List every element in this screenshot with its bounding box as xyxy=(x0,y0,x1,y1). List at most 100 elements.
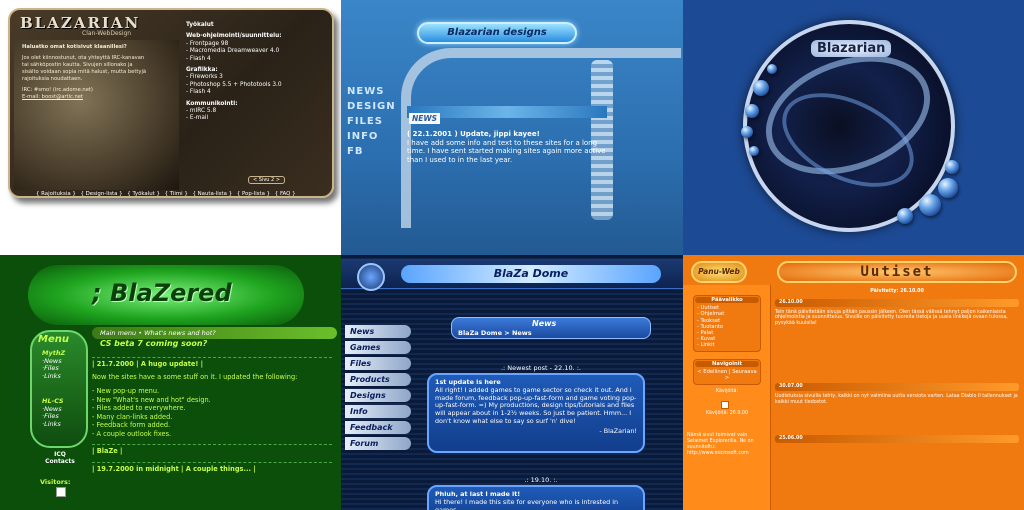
post-body: Uudistuksia sivuilla tehty, kaikki on ny… xyxy=(775,393,1018,405)
nav-link[interactable]: { Design-lista } xyxy=(81,191,123,197)
menu-title: Menu xyxy=(38,334,69,345)
tools-item: - Macromedia Dreamweaver 4.0 xyxy=(186,48,280,55)
bottom-nav: { Rajoituksia } { Design-lista } { Työka… xyxy=(36,191,299,197)
nav-design[interactable]: DESIGN xyxy=(347,99,396,114)
nav-info[interactable]: Info xyxy=(345,405,411,418)
nav-news[interactable]: NEWS xyxy=(347,84,396,99)
site-subtitle: Clan-WebDesign xyxy=(82,30,132,37)
nav-games[interactable]: Games xyxy=(345,341,411,354)
site-logo: ; BlaZered xyxy=(28,265,304,325)
menu-item[interactable]: ·Links xyxy=(42,372,65,381)
post-date: 25.06.00 xyxy=(775,435,1019,444)
site-logo: Blazarian designs xyxy=(417,22,577,44)
email-link[interactable]: E-mail: boost@artic.net xyxy=(22,94,150,101)
sphere-icon[interactable] xyxy=(919,194,941,216)
navigation-box: Navigoinit < Edellinen | Seuraava > xyxy=(693,359,761,385)
emblem-icon xyxy=(357,263,385,291)
header-bar: BlaZa Dome xyxy=(341,259,683,291)
nav-link[interactable]: { FAQ } xyxy=(275,191,296,197)
site-logo[interactable]: Panu-Web xyxy=(691,261,747,283)
top-nav-bar[interactable]: Main menu • What's news and hot? xyxy=(92,327,337,339)
nav-forum[interactable]: Forum xyxy=(345,437,411,450)
icq-contacts-link[interactable]: ICQ Contacts xyxy=(40,451,80,465)
post-date: 30.07.00 xyxy=(775,382,1019,391)
tools-list: Työkalut Web-ohjelmointi/suunnittelu: - Fr… xyxy=(186,18,326,123)
side-menu: Menu MythZ ·News ·Files ·Links HL-CS ·Ne… xyxy=(30,330,88,448)
banner-text: CS beta 7 coming soon? xyxy=(100,339,208,348)
visitor-counter-image xyxy=(56,487,66,497)
sphere-icon[interactable] xyxy=(753,80,769,96)
nav-files[interactable]: FILES xyxy=(347,114,396,129)
tools-item: - Photoshop 5.5 + Phototools 3.0 xyxy=(186,81,282,88)
news-post-card: 1st update is here All right! I added ga… xyxy=(427,373,645,453)
news-header: News BlaZa Dome > News xyxy=(451,317,651,339)
counter-image xyxy=(721,401,729,409)
menu-item[interactable]: - Linkit xyxy=(697,342,757,348)
nav-info[interactable]: INFO xyxy=(347,129,396,144)
tools-item: - mIRC 5.8 xyxy=(186,108,217,115)
menu-item[interactable]: ·Links xyxy=(42,420,64,429)
sphere-icon[interactable] xyxy=(741,126,753,138)
nav-link[interactable]: { Nauta-lista } xyxy=(193,191,233,197)
tools-heading: Työkalut xyxy=(186,22,214,28)
tools-heading: Web-ohjelmointi/suunnittelu: xyxy=(186,33,282,40)
post-list-item: - A couple outlook fixes. xyxy=(92,429,172,438)
news-title: News xyxy=(532,319,557,328)
menu-list: MythZ ·News ·Files ·Links xyxy=(42,349,65,381)
nav-fb[interactable]: FB xyxy=(347,144,396,159)
site-logo-text: Blazarian designs xyxy=(447,27,547,38)
nav-link[interactable]: { Rajoituksia } xyxy=(36,191,76,197)
post-body: Now the sites have a some stuff on it. I… xyxy=(92,372,298,381)
screenshot-panu-web: Panu-Web Uutiset Päävalikko - Uutiset - … xyxy=(683,255,1024,510)
page-title: Uutiset xyxy=(777,261,1017,283)
intro-text: Haluatko omat kotisivut klaanillesi? Jos… xyxy=(22,44,150,105)
box-title: Päävalikko xyxy=(695,297,759,304)
nav-link[interactable]: { Pop-lista } xyxy=(237,191,270,197)
sphere-icon[interactable] xyxy=(767,64,777,74)
post-date: | 21.7.2000 | A hugo update! | xyxy=(92,357,332,369)
intro-heading: Haluatko omat kotisivut klaanillesi? xyxy=(22,44,127,50)
breadcrumb[interactable]: BlaZa Dome > News xyxy=(458,329,532,337)
tools-item: - Flash 4 xyxy=(186,55,211,62)
side-nav: News Games Files Products Designs Info F… xyxy=(345,325,411,453)
news-post: ( 22.1.2001 ) Update, jippi kayee! I hav… xyxy=(407,130,617,164)
updated-label: Päivitetty: 26.10.00 xyxy=(870,289,924,294)
screenshot-blazarian-designs: Blazarian designs NEWS DESIGN FILES INFO… xyxy=(341,0,683,255)
screenshot-clan-webdesign: BLAZARIAN Clan-WebDesign Haluatko omat k… xyxy=(0,0,341,255)
nav-files[interactable]: Files xyxy=(345,357,411,370)
main-menu-box: Päävalikko - Uutiset - Ohjelmat - Teokse… xyxy=(693,295,761,352)
screenshot-blaza-dome: BlaZa Dome News Games Files Products Des… xyxy=(341,255,683,510)
post-list-item: - New pop-up menu. xyxy=(92,387,160,395)
news-label: NEWS xyxy=(409,113,441,124)
sphere-icon[interactable] xyxy=(749,146,759,156)
newest-post-label: .: Newest post - 22.10. :. xyxy=(500,364,581,372)
post-body: I have add some info and text to these s… xyxy=(407,138,606,164)
nav-designs[interactable]: Designs xyxy=(345,389,411,402)
visitors-label: Visitors: xyxy=(40,478,71,486)
post-body: Tein tänä päivitetään sivuja pitkän paus… xyxy=(775,309,1008,327)
sphere-icon[interactable] xyxy=(945,160,959,174)
menu-list: HL-CS ·News ·Files ·Links xyxy=(42,397,64,429)
nav-products[interactable]: Products xyxy=(345,373,411,386)
nav-link[interactable]: { Tiimi } xyxy=(165,191,188,197)
post-title: ( 22.1.2001 ) Update, jippi kayee! xyxy=(407,130,540,138)
news-column: Päivitetty: 26.10.00 26.10.00 Tein tänä … xyxy=(775,289,1019,446)
prev-next-links[interactable]: < Edellinen | Seuraava > xyxy=(697,369,757,381)
page-indicator[interactable]: < Sivu 2 > xyxy=(248,176,286,184)
nav-news[interactable]: News xyxy=(345,325,411,338)
post-list-item: - Files added to everywhere. xyxy=(92,404,186,412)
site-logo: Blazarian xyxy=(811,40,892,57)
post-signature: | BlaZe | xyxy=(92,444,332,456)
sphere-icon[interactable] xyxy=(745,104,759,118)
sphere-icon[interactable] xyxy=(938,178,958,198)
sphere-icon[interactable] xyxy=(897,208,913,224)
tools-item: - Frontpage 98 xyxy=(186,40,229,47)
tools-heading: Kommunikointi: xyxy=(186,100,238,107)
post-date: | 19.7.2000 in midnight | A couple thing… xyxy=(92,461,332,474)
nav-feedback[interactable]: Feedback xyxy=(345,421,411,434)
post-date: 26.10.00 xyxy=(775,298,1019,307)
site-title: BlaZa Dome xyxy=(401,265,661,283)
news-content: | 21.7.2000 | A hugo update! | Now the s… xyxy=(92,357,332,477)
nav-link[interactable]: { Työkalut } xyxy=(127,191,160,197)
screenshot-blazarian-orb: Blazarian xyxy=(683,0,1024,255)
